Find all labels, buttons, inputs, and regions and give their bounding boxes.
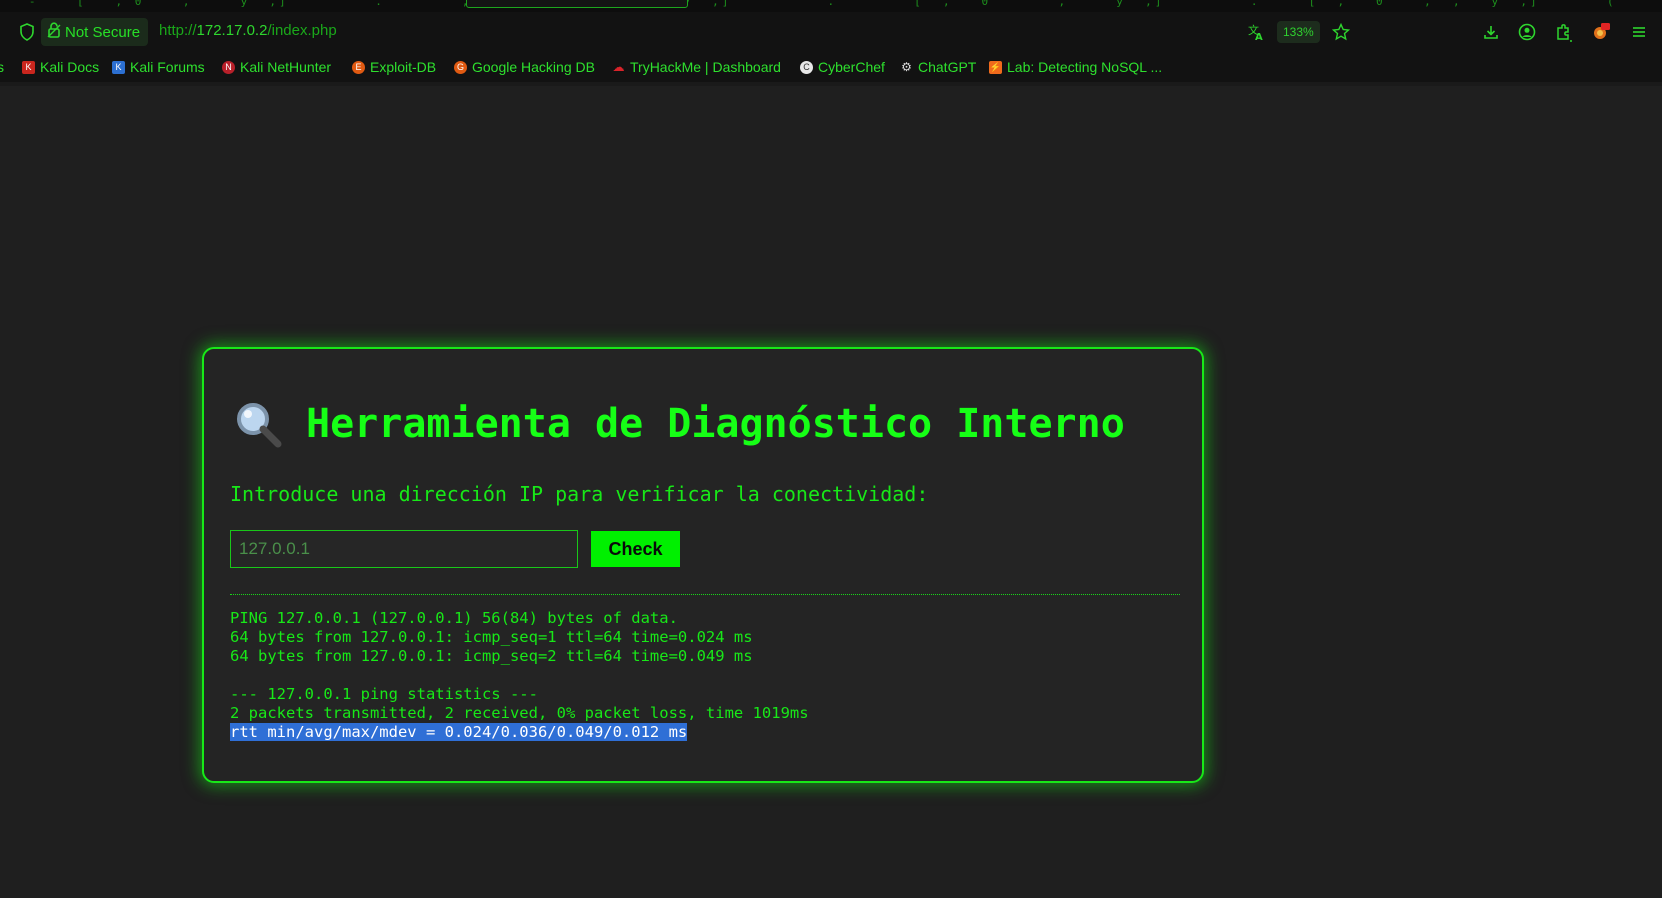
bookmark-label: Kali Forums — [130, 59, 205, 75]
bookmark-cyberchef[interactable]: C CyberChef — [800, 58, 885, 76]
selected-output-line: rtt min/avg/max/mdev = 0.024/0.036/0.049… — [230, 723, 688, 741]
output-line: --- 127.0.0.1 ping statistics --- — [230, 685, 538, 703]
output-line: 2 packets transmitted, 2 received, 0% pa… — [230, 704, 809, 722]
translate-icon[interactable]: 文A — [1244, 20, 1268, 44]
check-button[interactable]: Check — [591, 531, 680, 567]
bookmark-exploit-db[interactable]: E Exploit-DB — [352, 58, 436, 76]
bookmark-label: Kali NetHunter — [240, 59, 332, 75]
bookmark-cutoff[interactable]: s — [0, 58, 4, 76]
kali-forums-icon: K — [112, 60, 125, 74]
bookmark-kali-nethunter[interactable]: N Kali NetHunter — [222, 58, 331, 76]
ping-output: PING 127.0.0.1 (127.0.0.1) 56(84) bytes … — [230, 609, 809, 742]
cyberchef-icon: C — [800, 60, 813, 74]
bookmark-chatgpt[interactable]: ⚙ ChatGPT — [900, 58, 976, 76]
toolbar-divider — [0, 82, 1662, 86]
tryhackme-icon: ☁ — [612, 59, 625, 74]
bookmark-tryhackme[interactable]: ☁ TryHackMe | Dashboard — [612, 58, 781, 76]
kali-docs-icon: K — [22, 60, 35, 74]
output-separator — [230, 594, 1180, 595]
bookmark-label: s — [0, 59, 4, 75]
tab-strip: - [ , 0 , y ,] . , [ ] ,y ,] . [ , 0 , y… — [0, 0, 1662, 12]
bookmark-google-hacking-db[interactable]: G Google Hacking DB — [454, 58, 595, 76]
bookmark-kali-forums[interactable]: K Kali Forums — [112, 58, 205, 76]
bookmark-label: Kali Docs — [40, 59, 100, 75]
broken-lock-icon — [47, 22, 61, 42]
url-host: 172.17.0.2 — [196, 22, 268, 39]
zoom-level-badge[interactable]: 133% — [1277, 21, 1320, 43]
exploit-db-icon: E — [352, 60, 365, 74]
active-tab[interactable] — [466, 0, 688, 8]
tracking-protection-shield-icon[interactable] — [15, 20, 39, 44]
page-title-text: Herramienta de Diagnóstico Interno — [306, 401, 1125, 447]
tab-strip-decoration: - [ , 0 , y ,] . , [ ] ,y ,] . [ , 0 , y… — [0, 0, 1617, 8]
url-scheme: http:// — [159, 22, 197, 39]
ip-address-input[interactable] — [230, 530, 578, 568]
instruction-text: Introduce una dirección IP para verifica… — [230, 482, 929, 506]
bookmark-label: Exploit-DB — [370, 59, 437, 75]
bookmark-label: ChatGPT — [918, 59, 977, 75]
bookmark-label: CyberChef — [818, 59, 885, 75]
bookmark-star-icon[interactable] — [1329, 20, 1353, 44]
bookmark-label: Lab: Detecting NoSQL ... — [1007, 59, 1163, 75]
page-title: Herramienta de Diagnóstico Interno — [230, 399, 1190, 449]
portswigger-icon: ⚡ — [989, 60, 1002, 74]
url-path: /index.php — [267, 22, 337, 39]
output-line: 64 bytes from 127.0.0.1: icmp_seq=2 ttl=… — [230, 647, 753, 665]
not-secure-indicator[interactable]: Not Secure — [41, 18, 149, 46]
svg-text:A: A — [1255, 32, 1263, 41]
bookmark-label: TryHackMe | Dashboard — [630, 59, 781, 75]
output-line: 64 bytes from 127.0.0.1: icmp_seq=1 ttl=… — [230, 628, 753, 646]
extensions-puzzle-icon[interactable] — [1552, 20, 1576, 44]
not-secure-label: Not Secure — [65, 23, 141, 41]
diagnostic-card: Herramienta de Diagnóstico Interno Intro… — [202, 347, 1204, 783]
downloads-icon[interactable] — [1479, 20, 1503, 44]
kali-nethunter-icon: N — [222, 60, 235, 74]
bookmark-lab-nosql[interactable]: ⚡ Lab: Detecting NoSQL ... — [989, 58, 1162, 76]
navigation-bar: Not Secure http://172.17.0.2/index.php 文… — [0, 12, 1662, 52]
address-bar[interactable]: http://172.17.0.2/index.php — [159, 22, 337, 39]
magnifying-glass-icon — [230, 399, 286, 449]
extension-notification-icon[interactable] — [1589, 20, 1613, 44]
bookmarks-toolbar: s K Kali Docs K Kali Forums N Kali NetHunte… — [0, 52, 1662, 82]
chatgpt-icon: ⚙ — [901, 59, 912, 74]
bookmark-label: Google Hacking DB — [472, 59, 595, 75]
account-icon[interactable] — [1515, 20, 1539, 44]
ghdb-icon: G — [454, 60, 467, 74]
bookmark-kali-docs[interactable]: K Kali Docs — [22, 58, 99, 76]
menu-hamburger-icon[interactable] — [1627, 20, 1651, 44]
output-line: PING 127.0.0.1 (127.0.0.1) 56(84) bytes … — [230, 609, 678, 627]
